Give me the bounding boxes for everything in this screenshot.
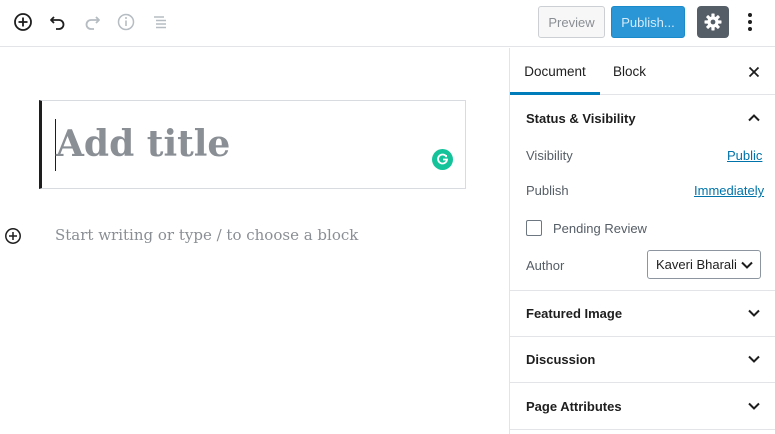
chevron-down-icon[interactable] bbox=[746, 351, 762, 367]
status-visibility-toggle[interactable]: Status & Visibility bbox=[526, 111, 636, 126]
block-navigation-button[interactable] bbox=[146, 8, 174, 36]
grammarly-icon[interactable] bbox=[432, 149, 453, 170]
visibility-link[interactable]: Public bbox=[727, 148, 762, 163]
publish-date-link[interactable]: Immediately bbox=[694, 183, 764, 198]
chevron-down-icon bbox=[741, 261, 753, 269]
vertical-ellipsis-icon bbox=[748, 13, 752, 31]
info-icon bbox=[117, 13, 135, 31]
pending-review-label[interactable]: Pending Review bbox=[553, 221, 647, 236]
redo-button[interactable] bbox=[78, 8, 106, 36]
title-placeholder: Add title bbox=[56, 123, 231, 165]
editor-canvas: Add title Start writing or type / to cho… bbox=[0, 48, 509, 434]
editor-toolbar: Preview Publish... bbox=[0, 0, 775, 47]
discussion-toggle[interactable]: Discussion bbox=[526, 352, 595, 367]
discussion-panel[interactable]: Discussion bbox=[510, 337, 775, 383]
chevron-up-icon[interactable] bbox=[746, 110, 762, 126]
plus-circle-icon bbox=[5, 228, 21, 244]
visibility-label: Visibility bbox=[526, 148, 573, 163]
status-visibility-panel: Status & Visibility Visibility Public Pu… bbox=[510, 95, 775, 291]
gear-icon bbox=[704, 13, 722, 31]
redo-icon bbox=[85, 16, 100, 30]
close-sidebar-button[interactable] bbox=[744, 62, 764, 82]
author-label: Author bbox=[526, 258, 565, 273]
tab-document[interactable]: Document bbox=[510, 48, 600, 95]
sidebar-tabs: Document Block bbox=[510, 48, 775, 95]
publish-label: Publish bbox=[526, 183, 569, 198]
page-attributes-toggle[interactable]: Page Attributes bbox=[526, 399, 622, 414]
publish-button[interactable]: Publish... bbox=[611, 6, 685, 38]
page-attributes-panel[interactable]: Page Attributes bbox=[510, 383, 775, 430]
featured-image-panel[interactable]: Featured Image bbox=[510, 291, 775, 337]
chevron-down-icon[interactable] bbox=[746, 305, 762, 321]
author-select[interactable]: Kaveri Bharali bbox=[647, 250, 761, 279]
close-icon bbox=[748, 66, 760, 78]
plus-circle-icon bbox=[14, 13, 32, 31]
tab-block[interactable]: Block bbox=[613, 48, 653, 95]
list-icon bbox=[154, 16, 166, 29]
paragraph-placeholder[interactable]: Start writing or type / to choose a bloc… bbox=[55, 224, 358, 246]
pending-review-checkbox[interactable] bbox=[526, 220, 542, 236]
chevron-down-icon[interactable] bbox=[746, 398, 762, 414]
author-selected-value: Kaveri Bharali bbox=[656, 257, 737, 272]
featured-image-toggle[interactable]: Featured Image bbox=[526, 306, 622, 321]
more-options-button[interactable] bbox=[738, 8, 762, 36]
post-title-field[interactable]: Add title bbox=[39, 100, 466, 189]
inline-add-block-button[interactable] bbox=[3, 226, 23, 246]
preview-button[interactable]: Preview bbox=[538, 6, 605, 38]
info-button[interactable] bbox=[112, 8, 140, 36]
settings-button[interactable] bbox=[697, 6, 729, 38]
settings-sidebar: Document Block Status & Visibility Visib… bbox=[509, 48, 775, 434]
undo-icon bbox=[50, 16, 65, 30]
add-block-button[interactable] bbox=[9, 8, 37, 36]
undo-button[interactable] bbox=[44, 8, 72, 36]
